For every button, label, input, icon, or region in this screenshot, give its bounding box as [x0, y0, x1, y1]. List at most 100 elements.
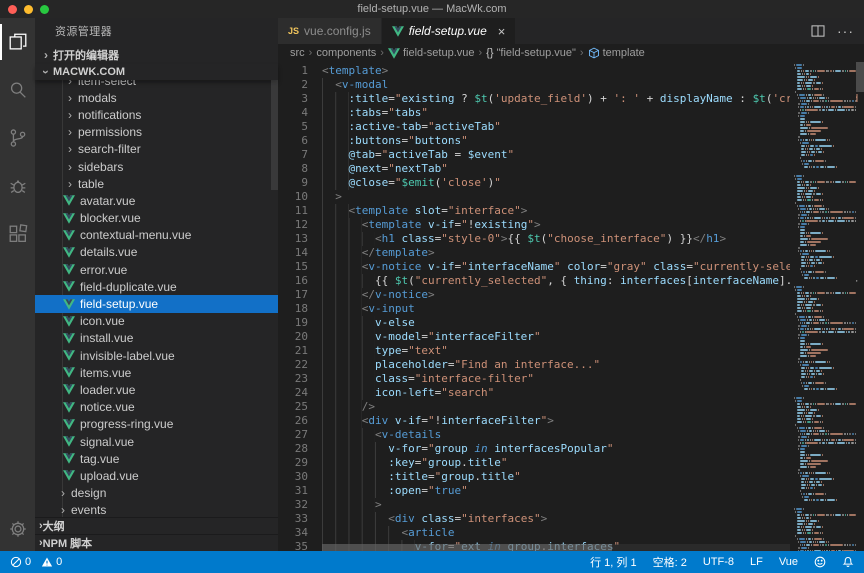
tree-item-contextual-menu.vue[interactable]: contextual-menu.vue [35, 227, 278, 244]
tree-item-table[interactable]: ›table [35, 175, 278, 192]
tree-item-permissions[interactable]: ›permissions [35, 124, 278, 141]
breadcrumb-item-field-setup.vue[interactable]: field-setup.vue [388, 47, 475, 59]
tree-item-field-setup.vue[interactable]: field-setup.vue [35, 295, 278, 312]
tree-item-notifications[interactable]: ›notifications [35, 106, 278, 123]
tab-vue.config.js[interactable]: JSvue.config.js [278, 18, 382, 44]
tree-item-field-duplicate.vue[interactable]: field-duplicate.vue [35, 278, 278, 295]
close-window-button[interactable] [8, 5, 17, 14]
tree-item-avatar.vue[interactable]: avatar.vue [35, 192, 278, 209]
status-item[interactable]: LF [750, 556, 763, 568]
status-item[interactable]: UTF-8 [703, 556, 734, 568]
problems-warnings[interactable]: 0 [41, 556, 62, 568]
close-icon[interactable]: × [498, 24, 506, 39]
chevron-right-icon: › [63, 142, 77, 156]
line-number: 9 [278, 176, 322, 190]
line-number: 34 [278, 526, 322, 540]
tab-label: vue.config.js [304, 24, 371, 38]
open-editors-section[interactable]: › 打开的编辑器 [35, 46, 278, 64]
tree-item-error.vue[interactable]: error.vue [35, 261, 278, 278]
tree-item-label: notifications [78, 108, 141, 122]
npm-scripts-section[interactable]: › NPM 脚本 [35, 534, 278, 551]
code-line-13: 13 <h1 class="style-0">{{ $t("choose_int… [278, 232, 864, 246]
tree-item-invisible-label.vue[interactable]: invisible-label.vue [35, 347, 278, 364]
tree-item-blocker.vue[interactable]: blocker.vue [35, 210, 278, 227]
debug-icon[interactable] [0, 162, 35, 210]
problems-errors[interactable]: 0 [10, 556, 31, 568]
tree-item-search-filter[interactable]: ›search-filter [35, 141, 278, 158]
search-icon[interactable] [0, 66, 35, 114]
breadcrumb-item-field-setup.vue[interactable]: {}"field-setup.vue" [486, 47, 576, 59]
explorer-icon[interactable] [0, 18, 35, 66]
tree-item-item-select[interactable]: ›item-select [35, 80, 278, 89]
tree-item-notice.vue[interactable]: notice.vue [35, 399, 278, 416]
line-number: 28 [278, 442, 322, 456]
breadcrumb-item-template[interactable]: template [588, 47, 645, 59]
status-item[interactable]: 空格: 2 [653, 554, 687, 570]
code-line-19: 19 v-else [278, 316, 864, 330]
source-control-icon[interactable] [0, 114, 35, 162]
vertical-scrollbar[interactable] [856, 62, 864, 551]
line-number: 17 [278, 288, 322, 302]
code-line-3: 3 :title="existing ? $t('update_field') … [278, 92, 864, 106]
extensions-icon[interactable] [0, 210, 35, 258]
line-number: 33 [278, 512, 322, 526]
tab-field-setup.vue[interactable]: field-setup.vue× [382, 18, 517, 44]
tree-item-label: table [78, 177, 104, 191]
tree-item-design[interactable]: ›design [35, 485, 278, 502]
code-line-26: 26 <div v-if="!interfaceFilter"> [278, 414, 864, 428]
tree-item-install.vue[interactable]: install.vue [35, 330, 278, 347]
tree-item-modals[interactable]: ›modals [35, 89, 278, 106]
feedback-smiley-icon[interactable] [814, 556, 826, 568]
vue-icon [63, 316, 75, 327]
title-bar: field-setup.vue — MacWk.com [0, 0, 864, 18]
minimap[interactable] [790, 62, 856, 551]
settings-gear-icon[interactable] [0, 507, 35, 551]
tree-item-label: sidebars [78, 160, 123, 174]
line-number: 21 [278, 344, 322, 358]
outline-section[interactable]: › 大纲 [35, 517, 278, 534]
tree-item-label: field-setup.vue [80, 297, 158, 311]
tree-item-label: item-select [78, 80, 136, 88]
line-number: 22 [278, 358, 322, 372]
vue-icon [63, 281, 75, 292]
more-actions-icon[interactable]: ··· [837, 23, 854, 39]
tree-item-details.vue[interactable]: details.vue [35, 244, 278, 261]
tree-item-progress-ring.vue[interactable]: progress-ring.vue [35, 416, 278, 433]
tree-item-tag.vue[interactable]: tag.vue [35, 450, 278, 467]
tree-item-sidebars[interactable]: ›sidebars [35, 158, 278, 175]
tab-bar: JSvue.config.js field-setup.vue× ··· [278, 18, 864, 44]
tree-item-items.vue[interactable]: items.vue [35, 364, 278, 381]
tree-item-label: events [71, 503, 106, 517]
code-editor[interactable]: 1<template>2 <v-modal3 :title="existing … [278, 62, 864, 551]
code-line-24: 24 icon-left="search" [278, 386, 864, 400]
tree-item-events[interactable]: ›events [35, 502, 278, 517]
chevron-right-icon: › [56, 503, 70, 517]
vue-icon [63, 213, 75, 224]
vue-icon [63, 247, 75, 258]
tree-item-upload.vue[interactable]: upload.vue [35, 467, 278, 484]
notifications-bell-icon[interactable] [842, 556, 854, 568]
split-editor-icon[interactable] [811, 25, 825, 37]
breadcrumb-item-components[interactable]: components [316, 47, 376, 59]
minimize-window-button[interactable] [24, 5, 33, 14]
tree-item-signal.vue[interactable]: signal.vue [35, 433, 278, 450]
workspace-root-section[interactable]: › MACWK.COM [35, 64, 278, 80]
tree-item-label: loader.vue [80, 383, 135, 397]
tree-item-icon.vue[interactable]: icon.vue [35, 313, 278, 330]
code-line-34: 34 <article [278, 526, 864, 540]
tree-item-loader.vue[interactable]: loader.vue [35, 381, 278, 398]
breadcrumb-item-src[interactable]: src [290, 47, 305, 59]
tree-item-label: error.vue [80, 263, 127, 277]
line-number: 12 [278, 218, 322, 232]
sidebar-scrollbar[interactable] [271, 80, 278, 190]
status-item[interactable]: Vue [779, 556, 798, 568]
status-item[interactable]: 行 1, 列 1 [590, 554, 636, 570]
breadcrumb-separator: › [309, 47, 313, 59]
breadcrumb-separator: › [479, 47, 483, 59]
zoom-window-button[interactable] [40, 5, 49, 14]
code-line-16: 16 {{ $t("currently_selected", { thing: … [278, 274, 864, 288]
code-line-25: 25 /> [278, 400, 864, 414]
horizontal-scrollbar[interactable] [322, 544, 790, 551]
tree-item-label: blocker.vue [80, 211, 141, 225]
line-number: 24 [278, 386, 322, 400]
